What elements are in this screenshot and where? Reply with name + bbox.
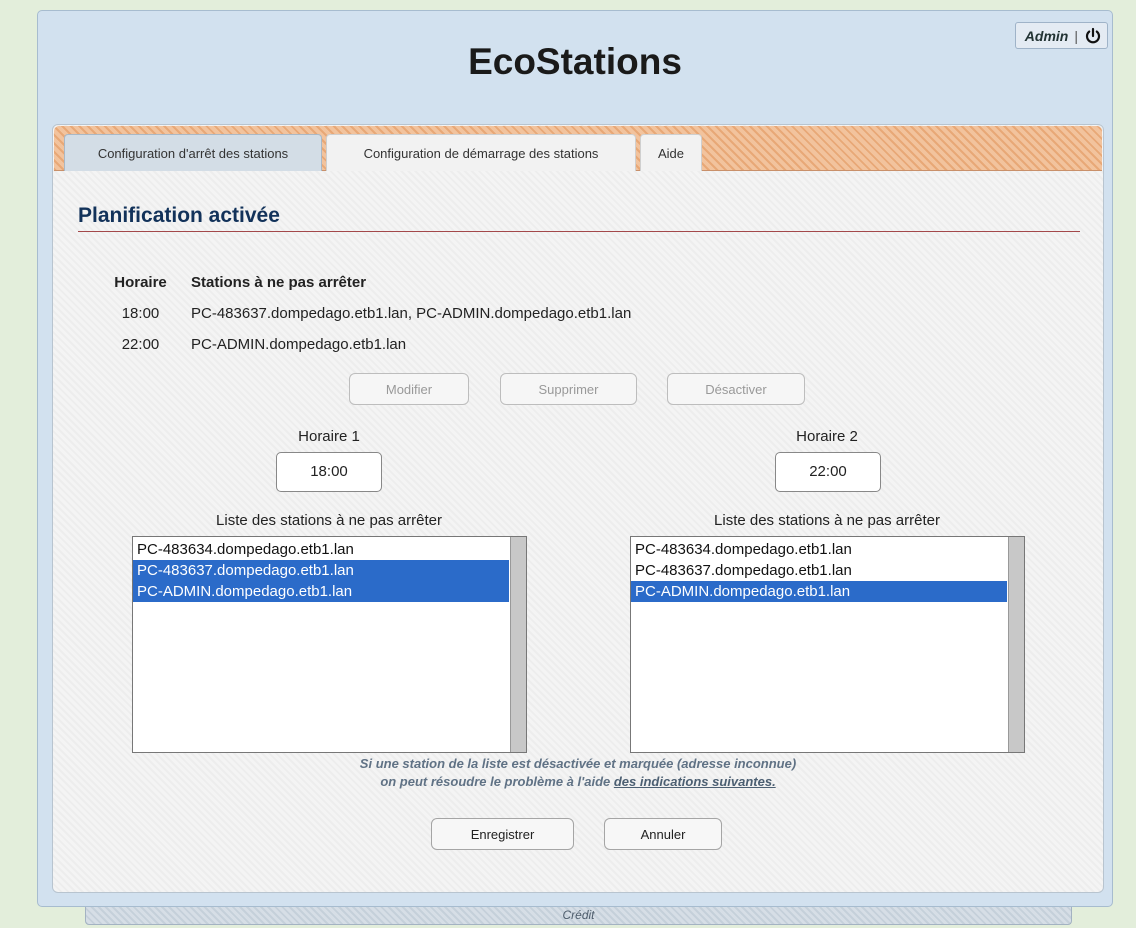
tab-bar: Configuration d'arrêt des stations Confi… <box>54 126 1102 171</box>
schedule-row: 22:00 PC-ADMIN.dompedago.etb1.lan <box>90 329 631 360</box>
note-line-2-text: on peut résoudre le problème à l'aide <box>380 774 614 789</box>
schedule-row: 18:00 PC-483637.dompedago.etb1.lan, PC-A… <box>90 298 632 329</box>
user-separator: | <box>1074 27 1078 44</box>
scrollbar[interactable] <box>1008 537 1024 752</box>
save-button[interactable]: Enregistrer <box>431 818 574 850</box>
delete-button[interactable]: Supprimer <box>500 373 637 405</box>
horaire2-list-label: Liste des stations à ne pas arrêter <box>714 512 940 529</box>
modify-button[interactable]: Modifier <box>349 373 469 405</box>
help-note: Si une station de la liste est désactivé… <box>53 755 1103 791</box>
help-link[interactable]: des indications suivantes. <box>614 774 776 789</box>
app-window: EcoStations Admin | Configuration d'arrê… <box>37 10 1113 907</box>
list-item[interactable]: PC-ADMIN.dompedago.etb1.lan <box>631 581 1007 602</box>
section-title: Planification activée <box>78 204 1080 232</box>
note-line-1: Si une station de la liste est désactivé… <box>359 756 797 771</box>
tab-startup-config[interactable]: Configuration de démarrage des stations <box>326 134 636 171</box>
main-panel: Configuration d'arrêt des stations Confi… <box>52 124 1104 893</box>
schedule-row-stations: PC-483637.dompedago.etb1.lan, PC-ADMIN.d… <box>191 305 632 322</box>
user-box: Admin | <box>1014 22 1108 49</box>
header-time: Horaire <box>114 274 167 291</box>
note-line-2: on peut résoudre le problème à l'aide de… <box>53 773 1103 791</box>
list-item[interactable]: PC-ADMIN.dompedago.etb1.lan <box>133 581 509 602</box>
list-item[interactable]: PC-483634.dompedago.etb1.lan <box>631 539 1007 560</box>
list-item[interactable]: PC-483634.dompedago.etb1.lan <box>133 539 509 560</box>
schedule-header-row: Horaire Stations à ne pas arrêter <box>90 267 631 298</box>
horaire2-time-input[interactable]: 22:00 <box>775 452 881 492</box>
cancel-button[interactable]: Annuler <box>604 818 722 850</box>
horaire2-label: Horaire 2 <box>796 428 858 445</box>
horaire1-station-list[interactable]: PC-483634.dompedago.etb1.lan PC-483637.d… <box>132 536 527 753</box>
horaire1-list-label: Liste des stations à ne pas arrêter <box>216 512 442 529</box>
power-icon[interactable] <box>1084 27 1102 45</box>
scrollbar[interactable] <box>510 537 526 752</box>
app-title: EcoStations <box>468 41 682 82</box>
list-item[interactable]: PC-483637.dompedago.etb1.lan <box>133 560 509 581</box>
user-name[interactable]: Admin <box>1025 28 1069 44</box>
horaire1-time-input[interactable]: 18:00 <box>276 452 382 492</box>
schedule-table: Horaire Stations à ne pas arrêter 18:00 … <box>90 267 631 360</box>
list-item[interactable]: PC-483637.dompedago.etb1.lan <box>631 560 1007 581</box>
horaire2-station-list[interactable]: PC-483634.dompedago.etb1.lan PC-483637.d… <box>630 536 1025 753</box>
tab-shutdown-config[interactable]: Configuration d'arrêt des stations <box>64 134 322 171</box>
credit-bar[interactable]: Crédit <box>85 907 1072 925</box>
schedule-row-time: 22:00 <box>121 336 160 353</box>
tab-help[interactable]: Aide <box>640 134 702 171</box>
horaire1-label: Horaire 1 <box>298 428 360 445</box>
header-stations: Stations à ne pas arrêter <box>191 274 367 291</box>
schedule-row-stations: PC-ADMIN.dompedago.etb1.lan <box>191 336 407 353</box>
schedule-row-time: 18:00 <box>121 305 160 322</box>
disable-button[interactable]: Désactiver <box>667 373 805 405</box>
